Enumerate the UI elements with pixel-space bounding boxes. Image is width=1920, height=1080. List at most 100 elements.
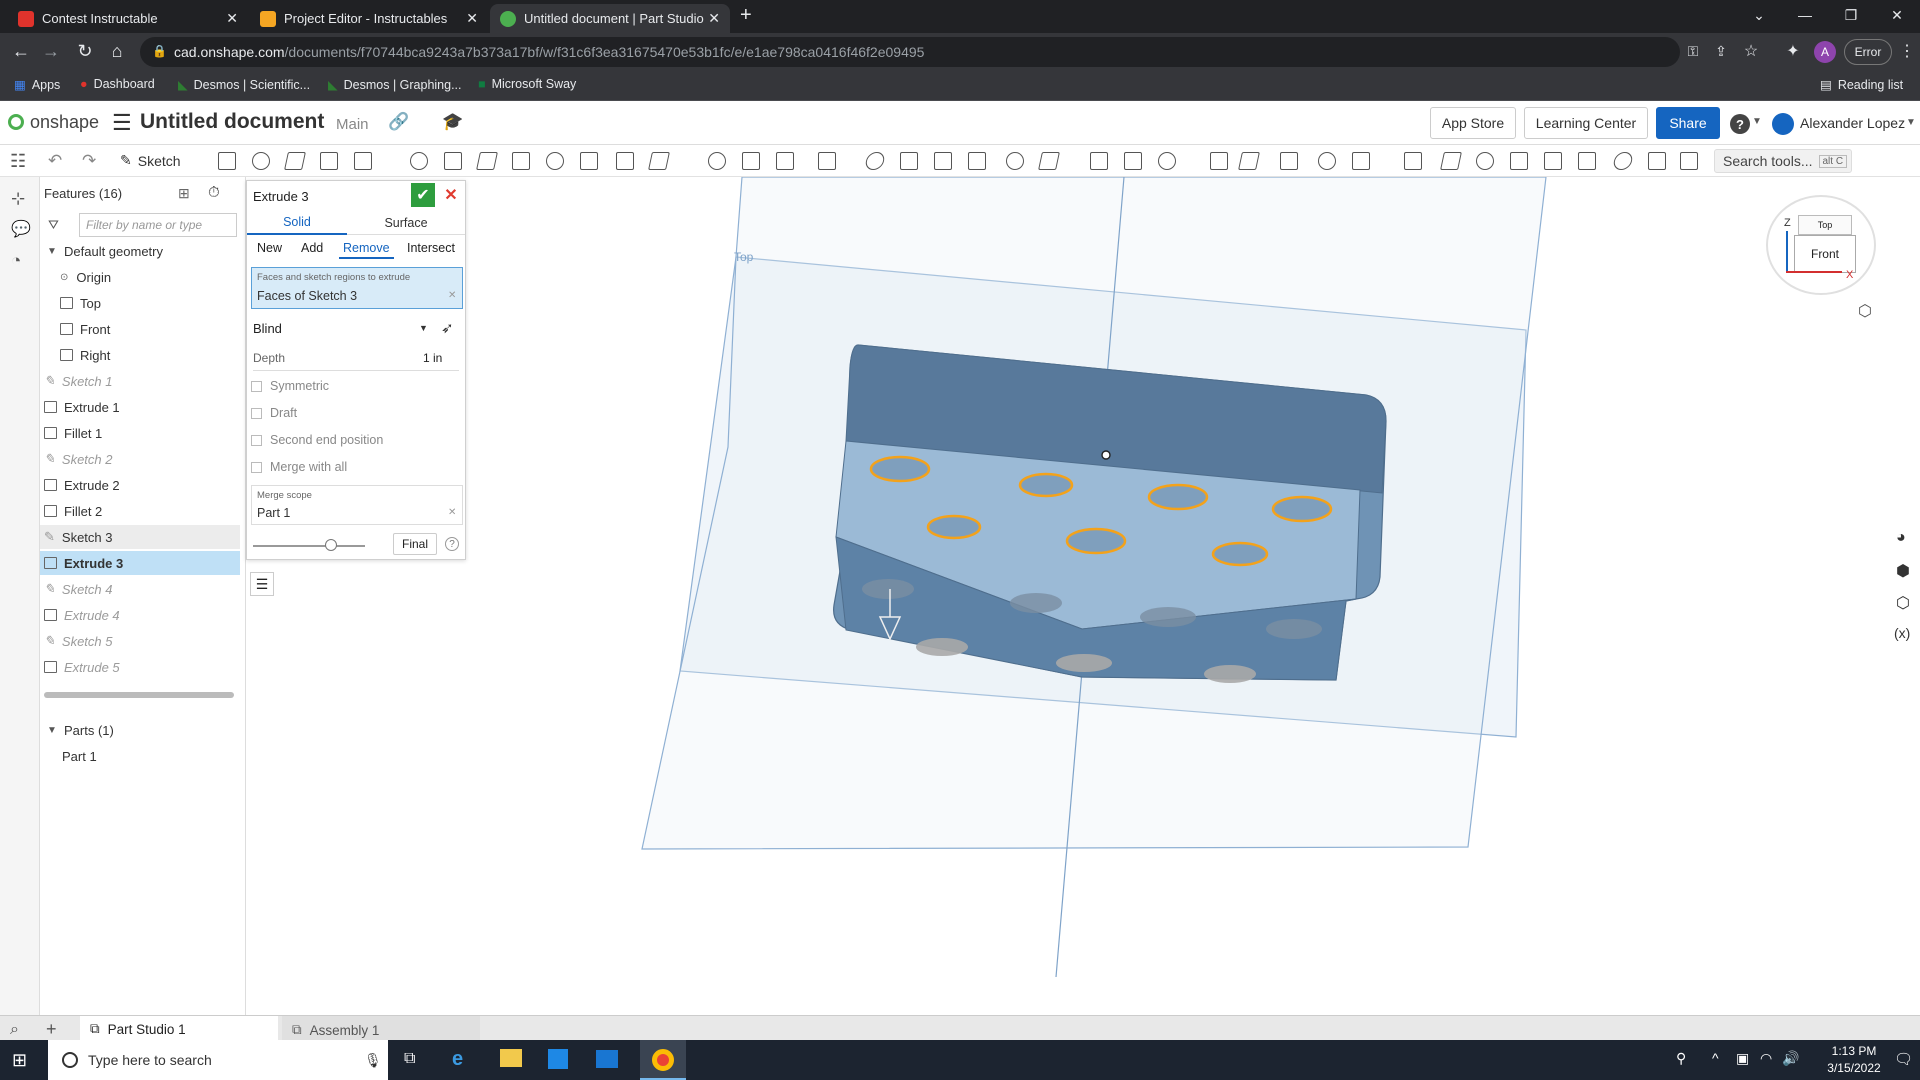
add-folder-icon[interactable]: ⊞ <box>178 185 190 202</box>
part-item[interactable]: Part 1 <box>40 744 240 768</box>
microsoft-store-icon[interactable] <box>548 1049 568 1069</box>
draft-tool-icon[interactable] <box>512 152 530 170</box>
chrome-taskbar-button[interactable] <box>640 1040 686 1080</box>
feature-item[interactable]: Extrude 1 <box>40 395 240 419</box>
sketch-circle-region[interactable] <box>1147 483 1209 511</box>
delete-part-tool-icon[interactable] <box>864 152 886 170</box>
feature-item[interactable]: Fillet 2 <box>40 499 240 523</box>
feature-item[interactable]: Extrude 5 <box>40 655 240 679</box>
trim-tool-icon[interactable] <box>1648 152 1666 170</box>
appearance-icon[interactable]: ◕ <box>1896 529 1906 547</box>
taskbar-date[interactable]: 3/15/2022 <box>1818 1061 1890 1075</box>
sketch-circle-region[interactable] <box>1211 541 1269 567</box>
share-page-icon[interactable]: ⇪ <box>1710 43 1732 60</box>
add-tab-icon[interactable]: + <box>46 1019 57 1040</box>
parts-list-icon[interactable]: ⬢ <box>1896 561 1910 581</box>
helix-tool-icon[interactable] <box>1124 152 1142 170</box>
mode-new[interactable]: New <box>257 241 282 255</box>
feature-item[interactable]: ✎ Sketch 3 <box>40 525 240 549</box>
onshape-logo-text[interactable]: onshape <box>30 112 99 133</box>
feature-item[interactable]: Top <box>40 291 240 315</box>
cancel-x-icon[interactable]: ✕ <box>441 183 461 207</box>
feature-item[interactable]: Extrude 2 <box>40 473 240 497</box>
extrude-tool-icon[interactable] <box>218 152 236 170</box>
preview-slider[interactable] <box>253 545 365 547</box>
form-tool-icon[interactable] <box>1544 152 1562 170</box>
mode-intersect[interactable]: Intersect <box>407 241 455 255</box>
hamburger-menu-icon[interactable]: ☰ <box>112 110 132 136</box>
tab-solid[interactable]: Solid <box>247 211 347 235</box>
faces-selection-field[interactable]: Faces and sketch regions to extrude Face… <box>251 267 463 309</box>
close-tab-icon[interactable]: ✕ <box>708 10 720 27</box>
end-type-select[interactable]: Blind ▼ <box>253 321 433 341</box>
feature-list-toggle-icon[interactable]: ☷ <box>10 151 26 172</box>
sketch-circle-region[interactable] <box>1065 527 1127 555</box>
task-view-icon[interactable]: ⧉ <box>404 1050 415 1068</box>
windows-start-icon[interactable]: ⊞ <box>12 1050 27 1071</box>
option-symmetric[interactable]: Symmetric <box>251 379 329 393</box>
feature-item[interactable]: Fillet 1 <box>40 421 240 445</box>
move-face-tool-icon[interactable] <box>1006 152 1024 170</box>
feature-item[interactable]: ✎ Sketch 4 <box>40 577 240 601</box>
forward-icon[interactable]: → <box>40 41 62 62</box>
feature-item[interactable]: Extrude 4 <box>40 603 240 627</box>
mode-add[interactable]: Add <box>301 241 323 255</box>
branch-label[interactable]: Main <box>336 116 369 133</box>
bookmark-star-icon[interactable]: ☆ <box>1740 41 1762 61</box>
file-explorer-icon[interactable] <box>500 1049 522 1067</box>
checkbox[interactable] <box>251 381 262 393</box>
mail-icon[interactable] <box>596 1050 618 1068</box>
flip-direction-icon[interactable]: ➶ <box>441 319 454 337</box>
offset-surface-tool-icon[interactable] <box>934 152 952 170</box>
user-avatar[interactable] <box>1772 113 1794 135</box>
error-badge[interactable]: Error <box>1844 39 1892 65</box>
feature-item[interactable]: ✎ Sketch 5 <box>40 629 240 653</box>
preview-slider-handle[interactable] <box>325 539 337 551</box>
feature-item[interactable]: Extrude 3 <box>40 551 240 575</box>
rollback-bar[interactable] <box>44 692 234 698</box>
sketch-circle-region[interactable] <box>926 514 982 540</box>
user-dropdown-icon[interactable]: ▼ <box>1906 117 1916 128</box>
option-merge-all[interactable]: Merge with all <box>251 460 347 474</box>
help-icon[interactable]: ? <box>445 537 459 551</box>
clear-scope-icon[interactable]: ✕ <box>448 507 456 518</box>
sketch-circle-region[interactable] <box>869 455 931 483</box>
reading-list-button[interactable]: ▤ Reading list <box>1820 77 1903 93</box>
option-second-end[interactable]: Second end position <box>251 433 383 447</box>
bookmark-dashboard[interactable]: ● Dashboard <box>80 77 155 91</box>
thicken-tool-icon[interactable] <box>354 152 372 170</box>
bookmark-sway[interactable]: ■ Microsoft Sway <box>478 77 576 91</box>
timer-icon[interactable]: ◔ <box>11 251 21 271</box>
view-cube[interactable]: Front Top Z X ⬡ <box>1766 195 1886 335</box>
split-tool-icon[interactable] <box>776 152 794 170</box>
help-icon[interactable]: ? <box>1730 114 1750 134</box>
tab-tool-icon[interactable] <box>1352 152 1370 170</box>
corner-tool-icon[interactable] <box>1476 152 1494 170</box>
browser-tab-project-editor[interactable]: Project Editor - Instructables ✕ <box>250 4 488 33</box>
enclose-tool-icon[interactable] <box>410 152 428 170</box>
sketch-button[interactable]: ✎ Sketch <box>120 152 181 169</box>
minimize-icon[interactable]: — <box>1782 0 1828 30</box>
chevron-down-icon[interactable]: ▼ <box>44 725 60 736</box>
mirror-tool-icon[interactable] <box>708 152 726 170</box>
unfold-tool-icon[interactable] <box>1510 152 1528 170</box>
replace-face-tool-icon[interactable] <box>968 152 986 170</box>
app-store-button[interactable]: App Store <box>1430 107 1516 139</box>
restore-icon[interactable]: ❐ <box>1828 0 1874 30</box>
close-window-icon[interactable]: ✕ <box>1874 0 1920 30</box>
redo-icon[interactable]: ↷ <box>82 151 96 171</box>
extensions-icon[interactable]: ✦ <box>1782 41 1804 61</box>
undo-icon[interactable]: ↶ <box>48 151 62 171</box>
user-name[interactable]: Alexander Lopez <box>1800 115 1905 131</box>
mass-properties-icon[interactable]: ⬡ <box>1896 593 1910 613</box>
depth-field[interactable]: Depth 1 in <box>253 351 459 371</box>
bookmark-desmos-graphing[interactable]: ◣ Desmos | Graphing... <box>328 77 462 93</box>
bookmark-apps[interactable]: ▦ Apps <box>14 77 60 93</box>
checkbox[interactable] <box>251 408 262 420</box>
feature-item[interactable]: Right <box>40 343 240 367</box>
accept-check-icon[interactable]: ✔ <box>411 183 435 207</box>
delete-face-tool-icon[interactable] <box>1038 152 1060 170</box>
checkbox[interactable] <box>251 435 262 447</box>
learning-cap-icon[interactable]: 🎓 <box>442 112 463 132</box>
back-icon[interactable]: ← <box>10 41 32 62</box>
